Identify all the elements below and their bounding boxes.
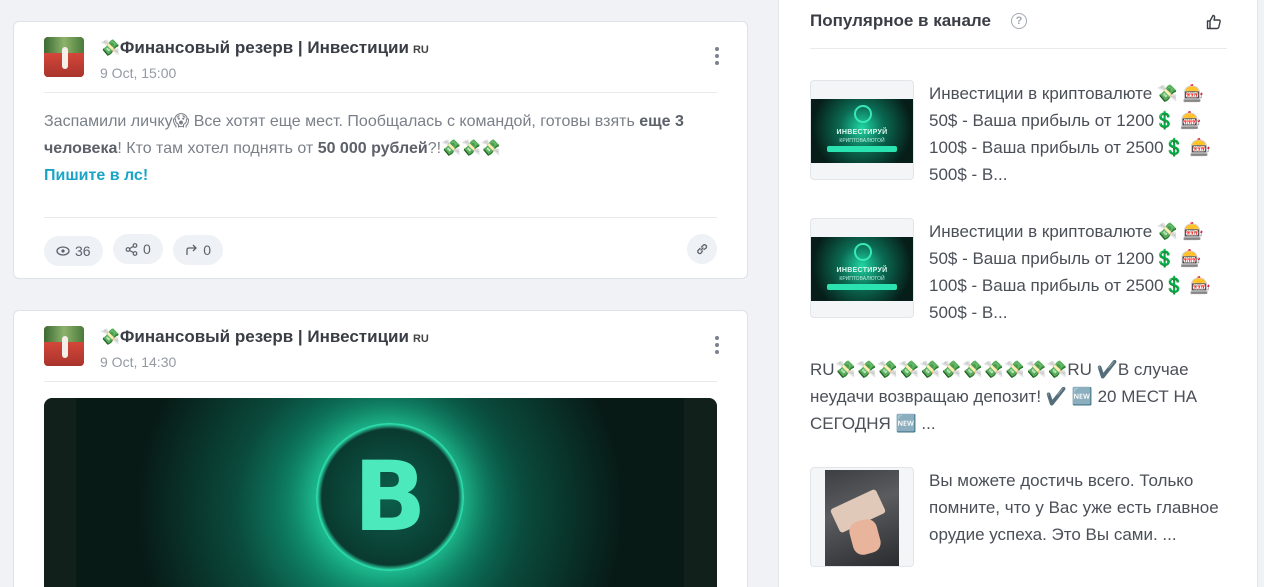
popular-post-text[interactable]: Инвестиции в криптовалюте 💸 🎰 50$ - Ваша… <box>929 80 1229 188</box>
divider <box>44 217 717 218</box>
more-options-icon[interactable] <box>714 336 720 356</box>
divider <box>810 48 1227 49</box>
channel-name[interactable]: 💸Финансовый резерв | Инвестиции RU <box>100 38 429 58</box>
more-options-icon[interactable] <box>714 47 720 67</box>
feed: 💸Финансовый резерв | Инвестиции RU 9 Oct,… <box>0 0 766 587</box>
post-link[interactable]: Пишите в лс! <box>44 167 148 184</box>
link-icon <box>697 244 708 255</box>
views-counter[interactable]: 36 <box>44 235 103 266</box>
channel-avatar[interactable] <box>44 37 84 77</box>
post-header: 💸Финансовый резерв | Инвестиции RU 9 Oct,… <box>44 326 727 376</box>
flag-icon: RU <box>412 44 429 56</box>
eye-icon <box>56 245 70 256</box>
post-thumbnail[interactable]: ИНВЕСТИРУЙ КРИПТОВАЛЮТОЙ <box>810 80 914 180</box>
post-card: 💸Финансовый резерв | Инвестиции RU 9 Oct,… <box>13 21 748 279</box>
help-icon[interactable]: ? <box>1011 13 1027 29</box>
money-icon: 💸 <box>100 329 120 346</box>
popular-post-text[interactable]: Вы можете достичь всего. Только помните,… <box>929 467 1229 548</box>
money-icon: 💸 <box>100 40 120 57</box>
share-icon <box>125 242 138 256</box>
post-text: Заспамили личку😱 Все хотят еще мест. Поо… <box>44 113 684 184</box>
divider <box>44 381 717 382</box>
thumbs-up-icon[interactable] <box>1206 14 1222 35</box>
forward-icon <box>186 244 198 255</box>
post-thumbnail[interactable]: ИНВЕСТИРУЙ КРИПТОВАЛЮТОЙ <box>810 218 914 318</box>
channel-name[interactable]: 💸Финансовый резерв | Инвестиции RU <box>100 327 429 347</box>
forwards-counter[interactable]: 0 <box>173 234 224 265</box>
copy-link-button[interactable] <box>687 234 717 264</box>
shares-counter[interactable]: 0 <box>113 234 163 264</box>
post-image[interactable]: B <box>44 398 717 587</box>
bitcoin-icon: B <box>316 423 464 571</box>
popular-sidebar: Популярное в канале ? ИНВЕСТИРУЙ КРИПТОВ… <box>778 0 1258 587</box>
channel-avatar[interactable] <box>44 326 84 366</box>
post-stats: 36 0 0 <box>44 234 229 266</box>
post-thumbnail[interactable] <box>810 467 914 567</box>
post-date[interactable]: 9 Oct, 14:30 <box>100 354 176 370</box>
sidebar-title: Популярное в канале <box>810 11 991 30</box>
divider <box>44 92 717 93</box>
post-card: 💸Финансовый резерв | Инвестиции RU 9 Oct,… <box>13 310 748 587</box>
flag-icon: RU <box>412 333 429 345</box>
post-date[interactable]: 9 Oct, 15:00 <box>100 65 176 81</box>
post-header: 💸Финансовый резерв | Инвестиции RU 9 Oct,… <box>44 37 727 87</box>
popular-post-text[interactable]: RU💸💸💸💸💸💸💸💸💸💸💸RU ✔️В случае неудачи возвр… <box>810 356 1230 437</box>
popular-post-text[interactable]: Инвестиции в криптовалюте 💸 🎰 50$ - Ваша… <box>929 218 1229 326</box>
